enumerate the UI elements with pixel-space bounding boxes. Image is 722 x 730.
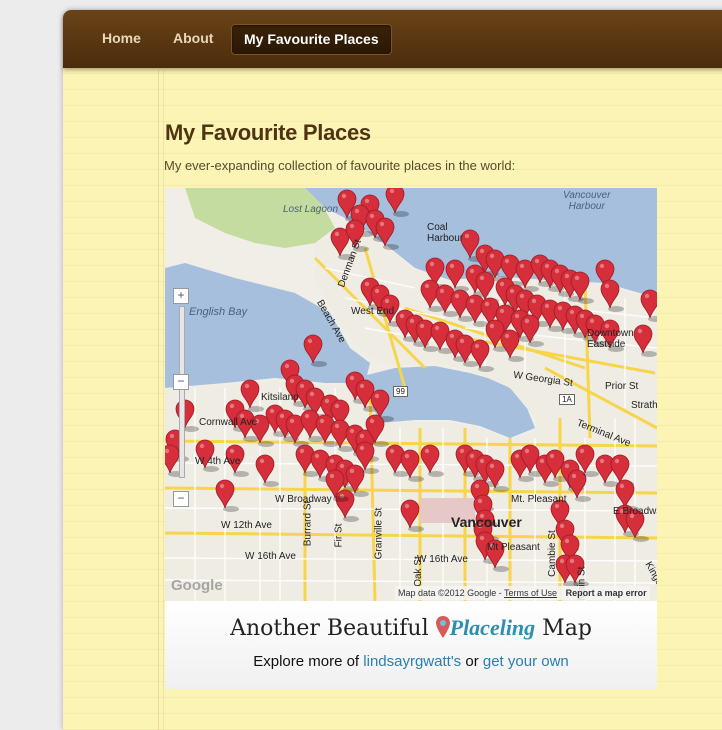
- page-container: Home About My Favourite Places My Favour…: [63, 10, 722, 730]
- nav-home-link[interactable]: Home: [90, 24, 153, 53]
- map-label-prior-st: Prior St: [605, 381, 639, 392]
- page-intro-text: My ever-expanding collection of favourit…: [164, 158, 516, 173]
- top-navbar: Home About My Favourite Places: [63, 10, 722, 68]
- notebook-margin-line: [158, 70, 159, 730]
- stanley-park: [185, 188, 335, 248]
- placeling-pin-icon: [435, 616, 450, 638]
- map-label-english-bay: English Bay: [189, 306, 248, 318]
- map-label-west-end: West End: [351, 306, 395, 317]
- get-your-own-link[interactable]: get your own: [483, 653, 569, 670]
- page-title: My Favourite Places: [165, 120, 371, 145]
- map-label-w-12th-ave: W 12th Ave: [221, 520, 272, 531]
- map-label-w-16th-ave: W 16th Ave: [245, 551, 296, 562]
- map-label-mt-pleasant: Mt. Pleasant: [511, 494, 567, 505]
- map-label-mt-pleasant-2: Mt Pleasant: [487, 542, 540, 553]
- map-label-lost-lagoon: Lost Lagoon: [283, 204, 339, 215]
- map-label-w-4th-ave: W 4th Ave: [195, 456, 241, 467]
- map-label-e-broadway: E Broadway: [613, 506, 657, 517]
- google-logo[interactable]: Google: [171, 577, 223, 594]
- map-label-fir-st: Fir St: [333, 523, 345, 548]
- map-label-strath: Strath: [631, 400, 657, 411]
- map-label-w-16th-ave-2: W 16th Ave: [417, 554, 468, 565]
- route-99-shield: 99: [393, 386, 408, 397]
- placeling-banner: Another Beautiful Placeling Map Explore …: [165, 601, 657, 689]
- map-label-downtown-eastside: Downtown Eastside: [587, 328, 634, 350]
- zoom-slider-handle[interactable]: −: [173, 374, 189, 390]
- map-label-cornwall-ave: Cornwall Ave: [199, 417, 258, 428]
- map-label-burrard-st: Burrard St: [302, 500, 314, 547]
- nav-favourite-places-link[interactable]: My Favourite Places: [231, 24, 392, 55]
- map-label-oak-st: Oak St: [412, 556, 424, 587]
- zoom-out-button[interactable]: −: [173, 491, 189, 507]
- map-label-granville-st: Granville St: [373, 507, 385, 560]
- map-label-vancouver-harbour: Vancouver Harbour: [563, 190, 611, 212]
- map-label-kitsilano: Kitsilano: [261, 392, 299, 403]
- user-profile-link[interactable]: lindsayrgwatt's: [363, 653, 461, 670]
- banner-suffix: Map: [542, 616, 592, 641]
- banner-title: Another Beautiful Placeling Map: [165, 615, 657, 641]
- route-1a-shield: 1A: [559, 394, 575, 405]
- map-label-coal-harbour: Coal Harbour: [427, 222, 464, 244]
- banner-prefix: Another Beautiful: [230, 616, 429, 641]
- placeling-brand[interactable]: Placeling: [450, 615, 536, 640]
- explore-prefix-text: Explore more of: [253, 653, 360, 670]
- map-data-text: Map data ©2012 Google -: [398, 588, 502, 598]
- or-text: or: [465, 653, 479, 670]
- report-map-error-link[interactable]: Report a map error: [566, 588, 647, 598]
- map-attribution: Map data ©2012 Google - Terms of Use Rep…: [395, 586, 650, 600]
- map-canvas[interactable]: [165, 188, 657, 601]
- map-label-cambie-st: Cambie St: [546, 530, 558, 577]
- nav-about-link[interactable]: About: [161, 24, 225, 53]
- banner-subtitle: Explore more of lindsayrgwatt's or get y…: [165, 653, 657, 670]
- zoom-slider-track[interactable]: [179, 306, 185, 478]
- zoom-in-button[interactable]: +: [173, 288, 189, 304]
- map-embed[interactable]: + − − Lost Lagoon Coal Harbour Vancouver…: [165, 188, 657, 601]
- map-label-vancouver: Vancouver: [451, 514, 522, 530]
- terms-of-use-link[interactable]: Terms of Use: [504, 588, 557, 598]
